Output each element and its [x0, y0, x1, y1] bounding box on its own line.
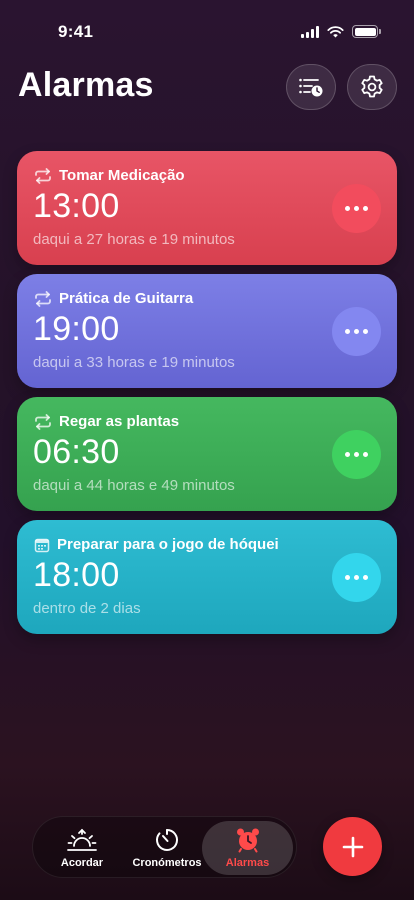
repeat-icon: [35, 290, 51, 307]
add-alarm-button[interactable]: [323, 817, 382, 876]
alarm-countdown: daqui a 27 horas e 19 minutos: [33, 231, 235, 248]
wifi-icon: [327, 25, 344, 37]
alarm-more-button[interactable]: [332, 307, 381, 356]
alarm-countdown: daqui a 44 horas e 49 minutos: [33, 477, 235, 494]
calendar-icon: [34, 538, 50, 552]
status-icons: [301, 25, 381, 38]
plus-icon: [342, 836, 363, 857]
alarm-more-button[interactable]: [332, 553, 381, 602]
tab-alarmas[interactable]: Alarmas: [202, 821, 293, 875]
repeat-icon: [35, 413, 51, 430]
tab-acordar[interactable]: Acordar: [47, 821, 117, 875]
alarm-card[interactable]: Prática de Guitarra 19:00 daqui a 33 hor…: [17, 274, 397, 388]
list-clock-icon: [299, 78, 323, 97]
alarm-time: 06:30: [33, 433, 120, 471]
alarm-clock-icon: [236, 828, 259, 853]
repeat-icon: [35, 167, 51, 184]
alarm-time: 13:00: [33, 187, 120, 225]
gear-icon: [361, 75, 383, 98]
battery-icon: [352, 25, 381, 38]
alarm-time: 19:00: [33, 310, 120, 348]
alarm-label: Tomar Medicação: [59, 167, 185, 184]
tab-cronometros[interactable]: Cronómetros: [129, 821, 205, 875]
alarm-more-button[interactable]: [332, 430, 381, 479]
alarm-label: Prática de Guitarra: [59, 290, 194, 307]
alarm-countdown: dentro de 2 dias: [33, 600, 141, 617]
sunrise-icon: [67, 828, 97, 851]
tab-bar: Acordar Cronómetros Alarmas: [32, 816, 297, 878]
tab-label: Alarmas: [225, 857, 270, 869]
alarm-more-button[interactable]: [332, 184, 381, 233]
alarm-card[interactable]: Regar as plantas 06:30 daqui a 44 horas …: [17, 397, 397, 511]
tab-label: Cronómetros: [132, 857, 202, 869]
alarm-list-button[interactable]: [286, 64, 336, 110]
alarm-countdown: daqui a 33 horas e 19 minutos: [33, 354, 235, 371]
timer-icon: [156, 829, 179, 851]
status-bar: 9:41: [0, 0, 414, 60]
page-title: Alarmas: [18, 66, 154, 104]
alarm-card[interactable]: Tomar Medicação 13:00 daqui a 27 horas e…: [17, 151, 397, 265]
settings-button[interactable]: [347, 64, 397, 110]
cellular-signal-icon: [301, 25, 319, 38]
alarm-label: Regar as plantas: [59, 413, 180, 430]
alarm-label: Preparar para o jogo de hóquei: [57, 536, 279, 553]
status-time: 9:41: [58, 22, 94, 41]
tab-label: Acordar: [60, 857, 104, 869]
alarm-time: 18:00: [33, 556, 120, 594]
alarm-card[interactable]: Preparar para o jogo de hóquei 18:00 den…: [17, 520, 397, 634]
